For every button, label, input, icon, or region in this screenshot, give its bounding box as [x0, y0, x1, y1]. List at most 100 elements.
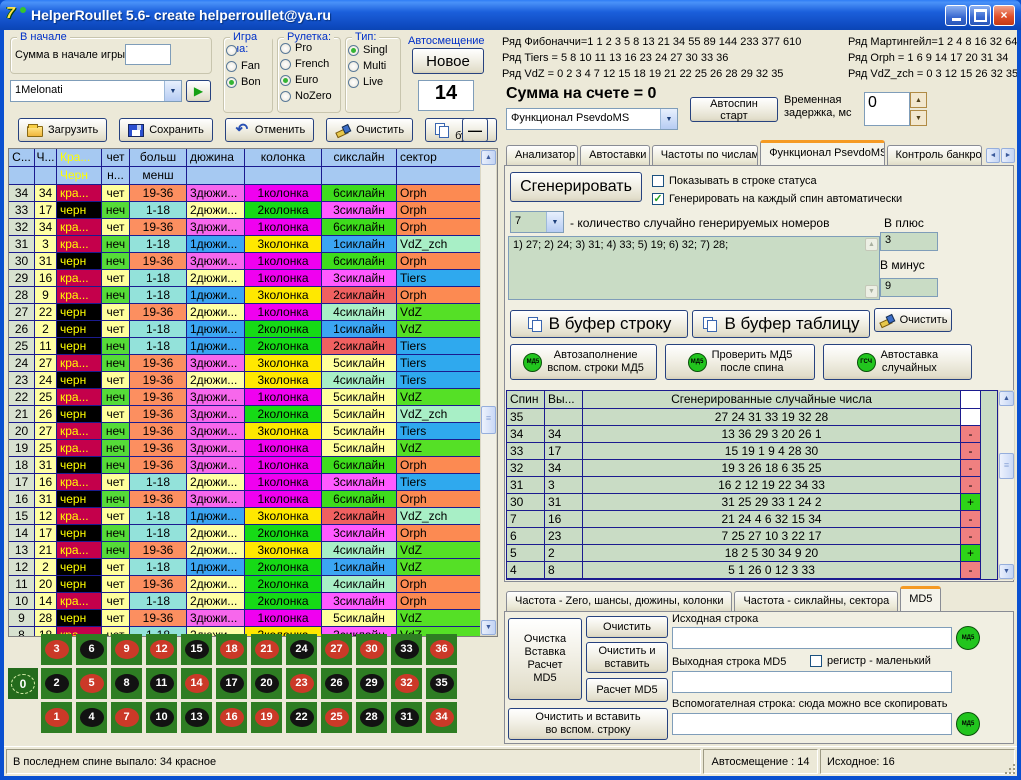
collapse-button[interactable]: —	[462, 118, 488, 142]
delay-input[interactable]: 0	[864, 92, 910, 126]
table-row[interactable]: 485 1 26 0 12 3 33-	[507, 562, 997, 579]
table-row[interactable]: 6237 25 27 10 3 22 17-	[507, 528, 997, 545]
undo-button[interactable]: ↶Отменить	[225, 118, 314, 142]
generated-numbers-textarea[interactable]: 1) 27; 2) 24; 3) 31; 4) 33; 5) 19; 6) 32…	[508, 236, 880, 300]
table-row[interactable]: 303131 25 29 33 1 24 2+	[507, 494, 997, 511]
md5-clear-paste-aux-button[interactable]: Очистить и вставить во вспом. строку	[508, 708, 668, 740]
table-row[interactable]: 2225кра...неч19-363дюжи...1колонка5сикла…	[9, 389, 481, 406]
board-cell-31[interactable]: 31	[391, 702, 422, 733]
board-cell-26[interactable]: 26	[321, 668, 352, 699]
table-row[interactable]: 323419 3 26 18 6 35 25-	[507, 460, 997, 477]
board-cell-29[interactable]: 29	[356, 668, 387, 699]
delay-spinner[interactable]: ▲ ▼	[910, 92, 927, 126]
board-cell-23[interactable]: 23	[286, 668, 317, 699]
board-cell-27[interactable]: 27	[321, 634, 352, 665]
board-cell-32[interactable]: 32	[391, 668, 422, 699]
chevron-down-icon[interactable]: ▼	[164, 81, 181, 101]
checkbox-generate-each-spin[interactable]: Генерировать на каждый спин автоматическ…	[652, 193, 902, 205]
checkbox-lowercase[interactable]: регистр - маленький	[810, 655, 931, 667]
board-cell-36[interactable]: 36	[426, 634, 457, 665]
gen-table-scrollbar[interactable]: ▲ ▼	[998, 390, 1015, 580]
board-cell-34[interactable]: 34	[426, 702, 457, 733]
open-button[interactable]: Загрузить	[18, 118, 107, 142]
board-cell-2[interactable]: 2	[41, 668, 72, 699]
resize-grip[interactable]	[1003, 762, 1016, 775]
table-row[interactable]: 2722чернчет19-362дюжи...1колонка4сиклайн…	[9, 304, 481, 321]
table-row[interactable]: 1631черннеч19-363дюжи...1колонка6сиклайн…	[9, 491, 481, 508]
md5-icon[interactable]: МД5	[956, 626, 980, 650]
chevron-down-icon[interactable]: ▼	[660, 109, 677, 129]
aux-string-input[interactable]	[672, 713, 952, 735]
md5-clear-button[interactable]: Очистить	[586, 616, 668, 638]
radio-option-Bon[interactable]: Bon	[226, 76, 270, 88]
table-row[interactable]: 31316 2 12 19 22 34 33-	[507, 477, 997, 494]
board-cell-17[interactable]: 17	[216, 668, 247, 699]
table-row[interactable]: 2126чернчет19-363дюжи...2колонка5сиклайн…	[9, 406, 481, 423]
board-cell-8[interactable]: 8	[111, 668, 142, 699]
board-cell-25[interactable]: 25	[321, 702, 352, 733]
save-button[interactable]: Сохранить	[119, 118, 213, 142]
table-row[interactable]: 1321кра...неч19-362дюжи...3колонка4сикла…	[9, 542, 481, 559]
table-row[interactable]: 262чернчет1-181дюжи...2колонка1сиклайнVd…	[9, 321, 481, 338]
scroll-down-icon[interactable]: ▼	[481, 620, 496, 635]
table-row[interactable]: 1925кра...неч19-363дюжи...1колонка5сикла…	[9, 440, 481, 457]
generate-button[interactable]: Сгенерировать	[510, 172, 642, 202]
clear-generated-button[interactable]: Очистить	[874, 308, 952, 332]
board-cell-6[interactable]: 6	[76, 634, 107, 665]
radio-option-Multi[interactable]: Multi	[348, 60, 398, 72]
table-row[interactable]: 5218 2 5 30 34 9 20+	[507, 545, 997, 562]
board-cell-22[interactable]: 22	[286, 702, 317, 733]
tabs-scroll-left-icon[interactable]: ◄	[986, 148, 1000, 163]
new-shift-button[interactable]: Новое	[412, 48, 484, 74]
board-cell-20[interactable]: 20	[251, 668, 282, 699]
table-row[interactable]: 1014кра...чет1-182дюжи...2колонка3сиклай…	[9, 593, 481, 610]
radio-option-Pro[interactable]: Pro	[280, 42, 338, 54]
checkbox-icon[interactable]	[652, 193, 664, 205]
table-row[interactable]: 122чернчет1-181дюжи...2колонка1сиклайнVd…	[9, 559, 481, 576]
tab-2[interactable]: Автоставки	[580, 145, 650, 166]
table-row[interactable]: 3527 24 31 33 19 32 28	[507, 409, 997, 426]
maximize-button[interactable]	[969, 5, 991, 26]
board-cell-28[interactable]: 28	[356, 702, 387, 733]
board-cell-11[interactable]: 11	[146, 668, 177, 699]
radio-option-Singl[interactable]: Singl	[348, 44, 398, 56]
board-cell-18[interactable]: 18	[216, 634, 247, 665]
board-cell-10[interactable]: 10	[146, 702, 177, 733]
radio-option-Live[interactable]: Live	[348, 76, 398, 88]
board-cell-5[interactable]: 5	[76, 668, 107, 699]
tab-1[interactable]: Частота - Zero, шансы, дюжины, колонки	[506, 591, 732, 612]
table-row[interactable]: 3031черннеч19-363дюжи...1колонка6сиклайн…	[9, 253, 481, 270]
board-cell-35[interactable]: 35	[426, 668, 457, 699]
textarea-scroll-down-icon[interactable]: ▼	[865, 285, 878, 298]
table-row[interactable]: 3317черннеч1-182дюжи...2колонка3сиклайнO…	[9, 202, 481, 219]
start-sum-input[interactable]	[125, 44, 171, 65]
md-action-button-2[interactable]: МД5Проверить МД5 после спина	[665, 344, 814, 380]
table-row[interactable]: 2916кра...чет1-182дюжи...1колонка3сиклай…	[9, 270, 481, 287]
table-row[interactable]: 1831черннеч19-363дюжи...1колонка6сиклайн…	[9, 457, 481, 474]
profile-combobox[interactable]: 1Melonati ▼	[10, 80, 182, 102]
count-combobox[interactable]: 7 ▼	[510, 211, 564, 233]
table-row[interactable]: 2511черннеч1-181дюжи...2колонка2сиклайнT…	[9, 338, 481, 355]
source-string-input[interactable]	[672, 627, 952, 649]
play-button[interactable]: ▶	[186, 80, 211, 102]
table-row[interactable]: 343413 36 29 3 20 26 1-	[507, 426, 997, 443]
tabs-scroll-right-icon[interactable]: ►	[1001, 148, 1015, 163]
board-cell-16[interactable]: 16	[216, 702, 247, 733]
autospin-start-button[interactable]: Автоспин старт	[690, 97, 778, 122]
textarea-scroll-up-icon[interactable]: ▲	[865, 238, 878, 251]
table-row[interactable]: 1512кра...чет1-181дюжи...3колонка2сиклай…	[9, 508, 481, 525]
copy-row-button[interactable]: В буфер строку	[510, 310, 688, 338]
close-button[interactable]: ×	[993, 5, 1015, 26]
table-row[interactable]: 2027кра...неч19-363дюжи...3колонка5сикла…	[9, 423, 481, 440]
md5-clear-paste-button[interactable]: Очистить и вставить	[586, 642, 668, 673]
scroll-up-icon[interactable]: ▲	[481, 150, 496, 165]
radio-option-Euro[interactable]: Euro	[280, 74, 338, 86]
minimize-button[interactable]	[945, 5, 967, 26]
md-action-button-3[interactable]: ГСЧАвтоставка случайных	[823, 344, 972, 380]
checkbox-icon[interactable]	[652, 175, 664, 187]
board-cell-3[interactable]: 3	[41, 634, 72, 665]
board-cell-4[interactable]: 4	[76, 702, 107, 733]
scroll-up-icon[interactable]: ▲	[999, 391, 1014, 406]
title-bar[interactable]: 7 HelperRoullet 5.6- create helperroulle…	[0, 0, 1021, 30]
board-cell-30[interactable]: 30	[356, 634, 387, 665]
